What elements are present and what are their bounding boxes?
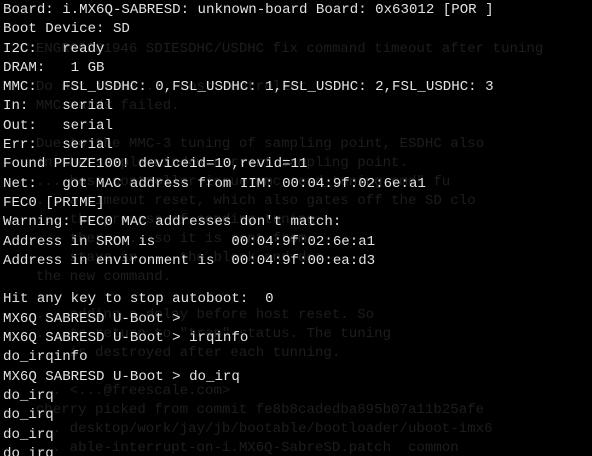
terminal-line: Board: i.MX6Q-SABRESD: unknown-board Boa… [3, 2, 494, 18]
terminal-line: Warning: FEC0 MAC addresses don't match: [3, 214, 342, 231]
terminal-line: MX6Q SABRESD U-Boot > irqinfo [3, 330, 249, 347]
terminal-line: Address in environment is 00:04:9f:00:ea… [3, 252, 376, 269]
terminal-line: FEC0 [PRIME] [3, 194, 105, 211]
terminal-line: do_irqinfo [3, 349, 88, 366]
terminal-output[interactable]: Board: i.MX6Q-SABRESD: unknown-board Boa… [0, 0, 592, 456]
terminal-line: DRAM: 1 GB [3, 59, 105, 76]
terminal-line: do_irq [3, 387, 54, 404]
terminal-line: do_irq [3, 445, 54, 456]
terminal-line: do_irq [3, 407, 54, 424]
terminal-line: Boot Device: SD [3, 21, 130, 38]
terminal-line: I2C: ready [3, 40, 105, 57]
terminal-line: do_irq [3, 426, 54, 443]
terminal-line: Net: got MAC address from IIM: 00:04:9f:… [3, 175, 426, 192]
terminal-window[interactable]: ENGR00281946 SDIESDHC/USDHC fix command … [0, 0, 592, 456]
terminal-line: Found PFUZE100! deviceid=10,revid=11 [3, 156, 308, 173]
terminal-line: Address in SROM is 00:04:9f:02:6e:a1 [3, 233, 376, 250]
terminal-line: MX6Q SABRESD U-Boot > [3, 310, 181, 327]
terminal-line: MX6Q SABRESD U-Boot > do_irq [3, 368, 240, 385]
terminal-line: Err: serial [3, 137, 113, 154]
terminal-line: MMC: FSL_USDHC: 0,FSL_USDHC: 1,FSL_USDHC… [3, 79, 494, 96]
terminal-line: Hit any key to stop autoboot: 0 [3, 291, 274, 308]
terminal-line: Out: serial [3, 117, 113, 134]
terminal-line: In: serial [3, 98, 113, 115]
